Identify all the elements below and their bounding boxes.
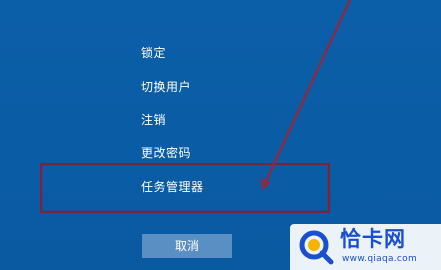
cancel-button[interactable]: 取消	[142, 234, 232, 258]
task-manager-option[interactable]: 任务管理器	[141, 180, 204, 194]
change-password-option[interactable]: 更改密码	[141, 146, 191, 160]
watermark-title: 恰卡网	[340, 227, 406, 251]
switch-user-option[interactable]: 切换用户	[141, 80, 191, 94]
lock-option[interactable]: 锁定	[141, 46, 166, 60]
watermark-url: www.qiaqa.com	[342, 254, 418, 264]
sign-out-option[interactable]: 注销	[141, 113, 166, 127]
watermark: 恰卡网 www.qiaqa.com	[290, 224, 441, 270]
magnifier-logo-icon	[299, 230, 334, 265]
security-options-screen: 锁定 切换用户 注销 更改密码 任务管理器 取消 恰卡网 www.qiaqa.c…	[0, 0, 441, 270]
arrow-shaft	[264, 0, 352, 183]
